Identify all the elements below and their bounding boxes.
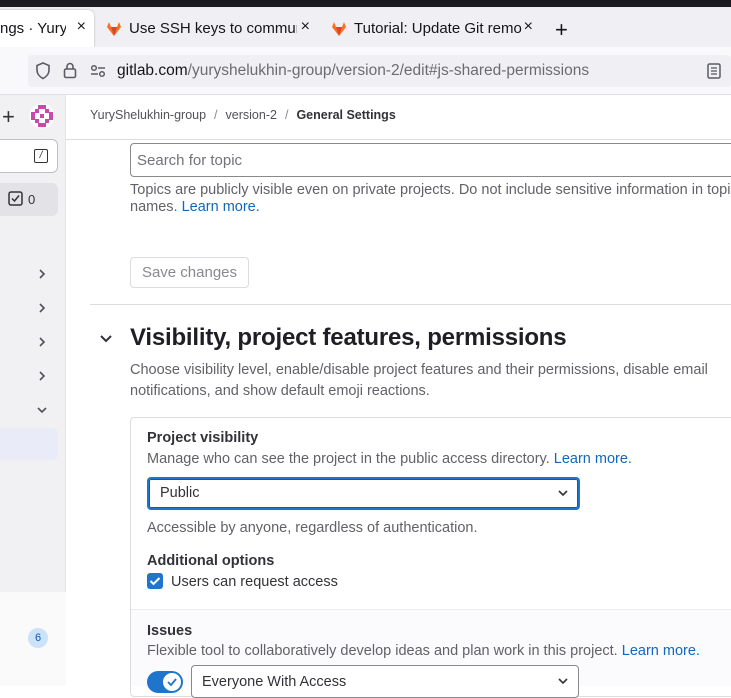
chevron-right-icon[interactable] — [37, 337, 47, 347]
url-path: /yuryshelukhin-group/version-2/edit#js-s… — [187, 62, 590, 79]
visibility-note: Accessible by anyone, regardless of auth… — [147, 520, 478, 536]
request-access-checkbox[interactable] — [147, 573, 163, 589]
additional-options-label: Additional options — [147, 553, 275, 569]
notification-badge[interactable]: 6 — [28, 628, 48, 648]
chevron-down-icon — [558, 678, 568, 685]
check-icon — [167, 678, 177, 687]
visibility-learn-more-link[interactable]: Learn more. — [554, 451, 632, 467]
toggle-knob — [163, 673, 181, 691]
visibility-select-value: Public — [160, 485, 200, 501]
tab-label: Use SSH keys to communicate with GitLab — [129, 20, 297, 37]
check-icon — [149, 577, 161, 586]
project-visibility-help: Manage who can see the project in the pu… — [147, 451, 632, 467]
new-tab-button[interactable]: + — [555, 17, 568, 43]
save-changes-button[interactable]: Save changes — [130, 257, 249, 288]
issues-help-copy: Flexible tool to collaboratively develop… — [147, 643, 618, 659]
project-visibility-help-copy: Manage who can see the project in the pu… — [147, 451, 550, 467]
todo-checkbox-icon — [8, 191, 23, 206]
sidebar-item-general-settings[interactable] — [0, 428, 58, 460]
project-visibility-label: Project visibility — [147, 430, 259, 446]
url-host: gitlab.com — [117, 62, 188, 79]
tab-update-git-remote[interactable]: Tutorial: Update Git remote URLs × — [331, 10, 543, 47]
tab-label: ngs · YuryShelukhin-group / version-2 · … — [0, 20, 66, 37]
reader-view-icon[interactable] — [707, 63, 721, 79]
chevron-down-icon[interactable] — [37, 405, 47, 415]
lock-icon[interactable] — [63, 62, 77, 79]
visibility-select[interactable]: Public — [147, 477, 580, 510]
section-title: Visibility, project features, permission… — [130, 324, 567, 351]
breadcrumb-separator: / — [214, 108, 218, 122]
permissions-icon[interactable] — [90, 64, 106, 78]
gitlab-logo-icon — [107, 21, 121, 36]
window-top-strip — [0, 0, 731, 7]
breadcrumb-project[interactable]: version-2 — [226, 108, 277, 122]
navigation-bar: gitlab.com/yuryshelukhin-group/version-2… — [0, 47, 731, 95]
breadcrumb-separator: / — [284, 108, 289, 122]
breadcrumb-current[interactable]: General Settings — [296, 108, 395, 122]
chevron-down-icon[interactable] — [98, 333, 114, 345]
url-text[interactable]: gitlab.com/yuryshelukhin-group/version-2… — [117, 62, 589, 80]
topic-search-input[interactable]: Search for topic — [130, 143, 731, 177]
left-sidebar: + / 0 6 — [0, 95, 66, 686]
tab-label: Tutorial: Update Git remote URLs — [354, 20, 522, 37]
gitlab-logo-icon — [332, 21, 346, 36]
chevron-right-icon[interactable] — [37, 371, 47, 381]
topics-help-text: Topics are publicly visible even on priv… — [130, 182, 731, 216]
close-icon[interactable]: × — [77, 18, 86, 36]
issues-label: Issues — [147, 623, 193, 639]
close-icon[interactable]: × — [524, 18, 533, 36]
breadcrumb: YuryShelukhin-group / version-2 / General Se… — [90, 108, 396, 122]
section-description: Choose visibility level, enable/disable … — [130, 362, 708, 399]
chevron-right-icon[interactable] — [37, 269, 47, 279]
issues-help: Flexible tool to collaboratively develop… — [147, 643, 700, 659]
tab-bar: ngs · YuryShelukhin-group / version-2 · … — [0, 7, 731, 47]
issues-access-value: Everyone With Access — [202, 674, 347, 690]
issues-learn-more-link[interactable]: Learn more. — [622, 643, 700, 659]
issues-access-select[interactable]: Everyone With Access — [191, 665, 579, 698]
search-shortcut-icon: / — [34, 149, 48, 163]
todo-list-button[interactable]: 0 — [0, 183, 58, 216]
chevron-right-icon[interactable] — [37, 303, 47, 313]
header-divider — [66, 139, 731, 140]
tab-general-settings[interactable]: ngs · YuryShelukhin-group / version-2 · … — [0, 10, 94, 47]
todo-count: 0 — [28, 192, 36, 207]
chevron-down-icon — [558, 490, 568, 497]
breadcrumb-group[interactable]: YuryShelukhin-group — [90, 108, 206, 122]
create-new-button[interactable]: + — [2, 104, 15, 130]
section-divider — [90, 304, 731, 305]
shield-icon[interactable] — [35, 62, 51, 80]
tab-ssh-keys[interactable]: Use SSH keys to communicate with GitLab … — [106, 10, 320, 47]
issues-toggle[interactable] — [147, 671, 183, 693]
user-avatar[interactable] — [29, 103, 55, 129]
search-button[interactable]: / — [0, 139, 58, 173]
topics-learn-more-link[interactable]: Learn more. — [182, 199, 260, 215]
request-access-label[interactable]: Users can request access — [171, 574, 338, 590]
close-icon[interactable]: × — [301, 18, 310, 36]
